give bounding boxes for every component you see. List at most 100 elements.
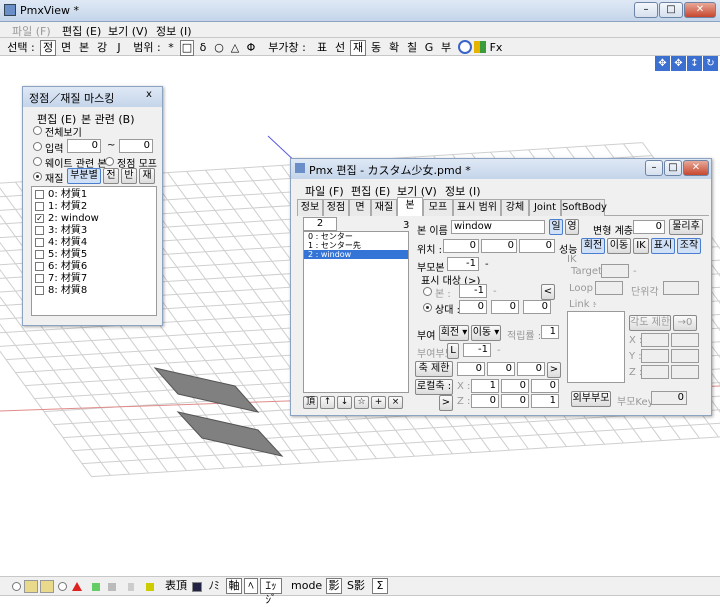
status-color-1[interactable] bbox=[24, 580, 38, 593]
ik-link-list[interactable] bbox=[567, 311, 625, 383]
pmx-menu-info[interactable]: 정보 (I) bbox=[445, 183, 481, 199]
jp-name-button[interactable]: 일 bbox=[549, 219, 563, 235]
local-z-1[interactable]: 0 bbox=[471, 394, 499, 408]
display-bone-radio[interactable] bbox=[423, 287, 432, 296]
zoom-icon[interactable]: ↕ bbox=[687, 56, 702, 71]
material-checkbox[interactable] bbox=[35, 262, 44, 271]
bone-list-button[interactable]: + bbox=[371, 396, 386, 409]
opt-weight-radio[interactable] bbox=[33, 157, 42, 166]
status-dot-icon[interactable] bbox=[128, 583, 134, 591]
masking-close-icon[interactable]: x bbox=[141, 89, 157, 100]
opt-all-radio[interactable] bbox=[33, 126, 42, 135]
extra-bu-button[interactable]: 부 bbox=[438, 40, 454, 56]
bone-list-button[interactable]: × bbox=[388, 396, 403, 409]
select-vertex-button[interactable]: 정 bbox=[40, 40, 56, 56]
status-nomi[interactable]: ﾉﾐ bbox=[206, 578, 222, 594]
range-rect-button[interactable]: □ bbox=[180, 40, 194, 56]
status-yellow-icon[interactable] bbox=[146, 583, 154, 591]
pmx-menu-file[interactable]: 파일 (F) bbox=[305, 183, 344, 199]
partial-button[interactable]: 부분별 bbox=[67, 168, 101, 184]
axis-z-field[interactable]: 0 bbox=[517, 362, 545, 376]
pan-icon[interactable]: ✥ bbox=[655, 56, 670, 71]
menu-view[interactable]: 보기 (V) bbox=[108, 23, 148, 39]
redo-button[interactable]: 재 bbox=[139, 168, 155, 184]
status-color-swatch[interactable] bbox=[192, 582, 202, 592]
status-s-shadow[interactable]: S影 bbox=[344, 578, 368, 594]
extra-paint-button[interactable]: 칠 bbox=[404, 40, 420, 56]
status-green-icon[interactable] bbox=[92, 583, 100, 591]
opt-input-radio[interactable] bbox=[33, 142, 42, 151]
tab-vertex[interactable]: 정점 bbox=[323, 199, 349, 216]
select-joint-button[interactable]: J bbox=[112, 40, 126, 56]
rotate-icon[interactable]: ↻ bbox=[703, 56, 718, 71]
extra-table-button[interactable]: 표 bbox=[314, 40, 330, 56]
local-x-3[interactable]: 0 bbox=[531, 379, 559, 393]
local-z-2[interactable]: 0 bbox=[501, 394, 529, 408]
material-checkbox[interactable] bbox=[35, 202, 44, 211]
mask-menu-bone[interactable]: 본 관련 (B) bbox=[81, 111, 134, 127]
status-mode[interactable]: mode bbox=[290, 578, 322, 594]
relative-z-field[interactable]: 0 bbox=[523, 300, 551, 314]
ik-x-min[interactable] bbox=[641, 333, 669, 347]
bone-index-field[interactable]: 2 bbox=[303, 217, 337, 231]
grant-parent-field[interactable]: -1 bbox=[463, 343, 491, 357]
status-radio-1[interactable] bbox=[12, 582, 21, 591]
ik-unit-angle-field[interactable] bbox=[663, 281, 699, 295]
material-checkbox[interactable] bbox=[35, 238, 44, 247]
tab-material[interactable]: 재질 bbox=[371, 199, 397, 216]
position-z-field[interactable]: 0 bbox=[519, 239, 555, 253]
extra-zoom-button[interactable]: 확 bbox=[386, 40, 402, 56]
extra-line-button[interactable]: 선 bbox=[332, 40, 348, 56]
ik-z-max[interactable] bbox=[671, 365, 699, 379]
display-relative-radio[interactable] bbox=[423, 303, 432, 312]
material-item[interactable]: 4: 材質4 bbox=[32, 237, 156, 249]
deform-field[interactable]: 0 bbox=[633, 220, 665, 234]
after-physics-button[interactable]: 물리후 bbox=[669, 219, 703, 235]
local-x-2[interactable]: 0 bbox=[501, 379, 529, 393]
extra-g-button[interactable]: G bbox=[422, 40, 436, 56]
extra-material-button[interactable]: 재 bbox=[350, 40, 366, 56]
tab-info[interactable]: 정보 bbox=[297, 199, 323, 216]
material-item[interactable]: 8: 材質8 bbox=[32, 285, 156, 297]
position-y-field[interactable]: 0 bbox=[481, 239, 517, 253]
pmx-close-button[interactable]: ✕ bbox=[683, 160, 709, 176]
material-item[interactable]: 0: 材質1 bbox=[32, 189, 156, 201]
status-axis[interactable]: 軸 bbox=[226, 578, 242, 594]
range-all-button[interactable]: * bbox=[164, 40, 178, 56]
range-triangle-button[interactable]: △ bbox=[228, 40, 242, 56]
all-button[interactable]: 전 bbox=[103, 168, 119, 184]
range-circle-button[interactable]: ○ bbox=[212, 40, 226, 56]
material-checkbox[interactable]: ✓ bbox=[35, 214, 44, 223]
display-lt-button[interactable]: < bbox=[541, 284, 555, 300]
relative-x-field[interactable]: 0 bbox=[459, 300, 487, 314]
menu-info[interactable]: 정보 (I) bbox=[156, 23, 192, 39]
status-red-triangle-icon[interactable] bbox=[72, 582, 82, 591]
axis-y-field[interactable]: 0 bbox=[487, 362, 515, 376]
local-x-1[interactable]: 1 bbox=[471, 379, 499, 393]
tab-joint[interactable]: Joint bbox=[529, 199, 561, 216]
status-edge[interactable]: ｴｯｼﾞ bbox=[260, 578, 282, 594]
en-name-button[interactable]: 영 bbox=[565, 219, 579, 235]
material-item[interactable]: 3: 材質3 bbox=[32, 225, 156, 237]
select-rigid-button[interactable]: 강 bbox=[94, 40, 110, 56]
bone-item[interactable]: 1 : センター先 bbox=[304, 241, 408, 250]
status-radio-2[interactable] bbox=[58, 582, 67, 591]
input-from-field[interactable]: 0 bbox=[67, 139, 101, 153]
pmx-menu-edit[interactable]: 편집 (E) bbox=[351, 183, 390, 199]
material-checkbox[interactable] bbox=[35, 286, 44, 295]
material-checkbox[interactable] bbox=[35, 274, 44, 283]
material-checkbox[interactable] bbox=[35, 250, 44, 259]
input-to-field[interactable]: 0 bbox=[119, 139, 153, 153]
select-bone-button[interactable]: 본 bbox=[76, 40, 92, 56]
perf-move-button[interactable]: 이동 bbox=[607, 238, 631, 254]
close-button[interactable]: ✕ bbox=[684, 2, 716, 18]
axis-next-button[interactable]: > bbox=[547, 362, 561, 378]
status-gray-icon[interactable] bbox=[108, 583, 116, 591]
perf-ik-button[interactable]: IK bbox=[633, 238, 649, 254]
position-x-field[interactable]: 0 bbox=[443, 239, 479, 253]
material-item[interactable]: ✓2: window bbox=[32, 213, 156, 225]
bone-list-button[interactable]: ↑ bbox=[320, 396, 335, 409]
material-checkbox[interactable] bbox=[35, 190, 44, 199]
parent-key-field[interactable]: 0 bbox=[651, 391, 687, 405]
status-color-2[interactable] bbox=[40, 580, 54, 593]
